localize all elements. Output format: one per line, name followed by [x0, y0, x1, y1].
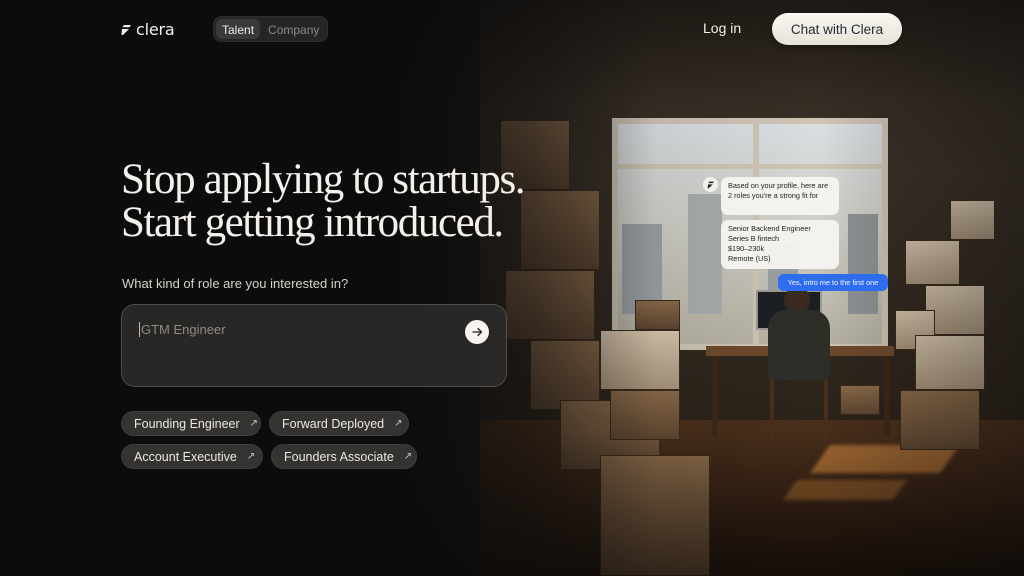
- arrow-up-right-icon: ↗: [246, 451, 256, 462]
- chip-forward-deployed[interactable]: Forward Deployed ↗: [269, 411, 409, 436]
- chip-founding-engineer[interactable]: Founding Engineer ↗: [121, 411, 261, 436]
- role-card-location: Remote (US): [728, 254, 771, 263]
- role-card-title: Senior Backend Engineer: [728, 224, 811, 233]
- submit-button[interactable]: [465, 320, 489, 344]
- role-card-company: Series B fintech: [728, 234, 780, 243]
- arrow-up-right-icon: ↗: [394, 418, 403, 429]
- chat-with-clera-button[interactable]: Chat with Clera: [772, 13, 902, 45]
- chip-label: Founders Associate: [284, 449, 394, 464]
- login-link[interactable]: Log in: [703, 20, 741, 36]
- arrow-up-right-icon: ↗: [403, 451, 413, 462]
- role-card-salary: $190–230k: [728, 244, 765, 253]
- arrow-right-icon: [471, 327, 482, 337]
- arrow-up-right-icon: ↗: [249, 418, 259, 429]
- chip-founders-associate[interactable]: Founders Associate ↗: [271, 444, 417, 469]
- clera-logo-icon: [121, 24, 131, 35]
- user-reply-bubble: Yes, intro me to the first one: [778, 274, 888, 291]
- role-input[interactable]: [141, 319, 441, 339]
- toggle-company[interactable]: Company: [262, 19, 325, 39]
- chip-label: Forward Deployed: [282, 416, 385, 431]
- hero-headline: Stop applying to startups. Start getting…: [121, 156, 526, 246]
- clera-logo[interactable]: clera: [121, 20, 175, 39]
- assistant-message: Based on your profile, here are 2 roles …: [721, 177, 839, 215]
- role-question: What kind of role are you interested in?: [122, 276, 349, 291]
- role-input-box: [121, 304, 507, 387]
- chip-label: Founding Engineer: [134, 416, 240, 431]
- clera-avatar-icon: [703, 177, 718, 192]
- audience-toggle: Talent Company: [213, 16, 329, 42]
- headline-line-1: Stop applying to startups.: [121, 156, 526, 203]
- chip-account-executive[interactable]: Account Executive ↗: [121, 444, 263, 469]
- toggle-talent[interactable]: Talent: [216, 19, 261, 39]
- text-caret: [139, 322, 140, 337]
- chip-label: Account Executive: [134, 449, 237, 464]
- role-card: Senior Backend Engineer Series B fintech…: [721, 220, 839, 269]
- headline-line-2: Start getting introduced.: [121, 199, 504, 246]
- brand-name: clera: [136, 20, 175, 39]
